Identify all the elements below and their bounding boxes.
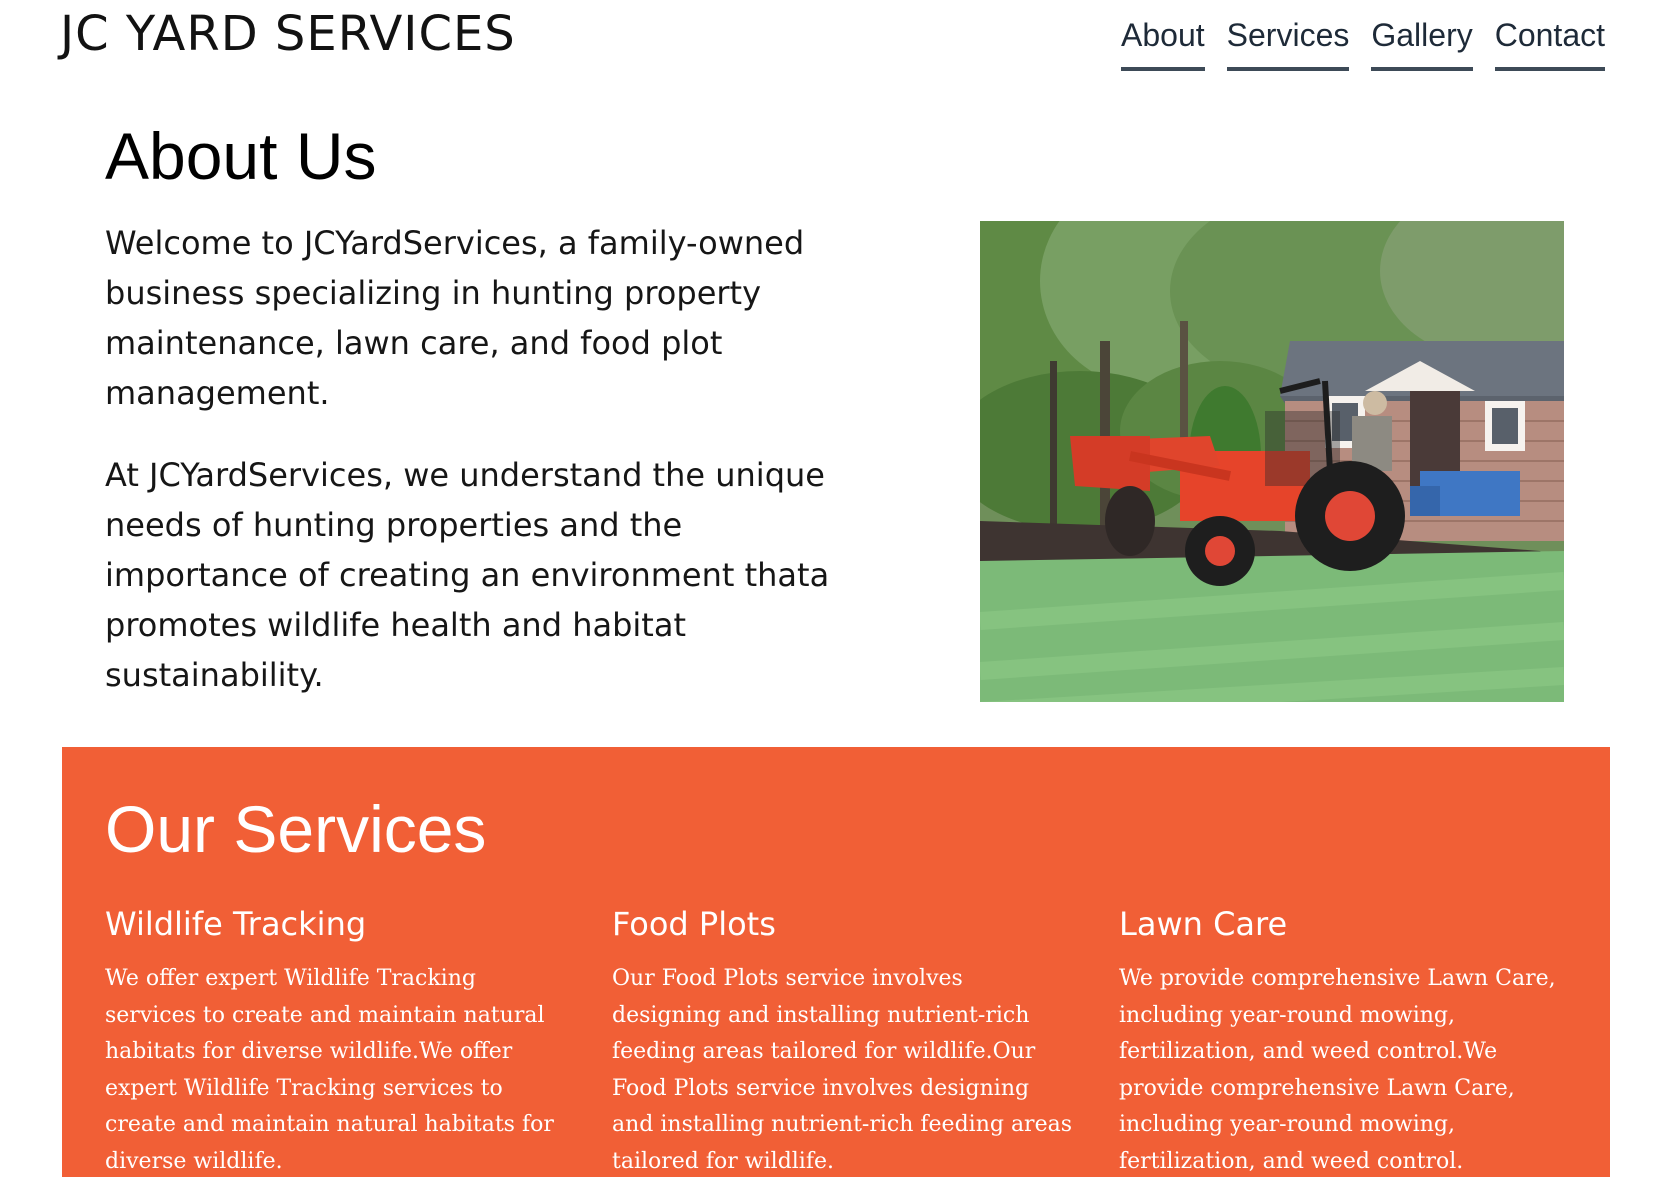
about-paragraph-2: At JCYardServices, we understand the uni…	[105, 456, 830, 694]
service-description: We offer expert Wildlife Tracking servic…	[105, 966, 554, 1174]
service-card-wildlife-tracking: Wildlife Tracking We offer expert Wildli…	[105, 905, 565, 1180]
services-heading: Our Services	[105, 792, 487, 866]
about-photo-tractor	[980, 221, 1564, 702]
service-card-food-plots: Food Plots Our Food Plots service involv…	[612, 905, 1072, 1180]
service-description: We provide comprehensive Lawn Care, incl…	[1119, 966, 1556, 1174]
service-title: Wildlife Tracking	[105, 905, 367, 943]
nav-link-contact[interactable]: Contact	[1494, 17, 1605, 72]
nav-link-services[interactable]: Services	[1226, 17, 1350, 72]
service-description: Our Food Plots service involves designin…	[612, 966, 1073, 1174]
services-section: Our Services Wildlife Tracking We offer …	[62, 747, 1610, 1177]
service-card-lawn-care: Lawn Care We provide comprehensive Lawn …	[1119, 905, 1579, 1180]
about-paragraph-1: Welcome to JCYardServices, a family-owne…	[105, 224, 805, 412]
service-title: Food Plots	[612, 905, 776, 943]
about-heading: About Us	[105, 119, 377, 193]
service-title: Lawn Care	[1119, 905, 1288, 943]
site-header: JC YARD SERVICES About Services Gallery …	[0, 0, 1673, 110]
nav-link-about[interactable]: About	[1121, 17, 1205, 72]
nav-link-gallery[interactable]: Gallery	[1371, 17, 1473, 72]
site-logo-text[interactable]: JC YARD SERVICES	[60, 10, 516, 58]
about-text: Welcome to JCYardServices, a family-owne…	[105, 218, 845, 732]
main-nav: About Services Gallery Contact	[1121, 17, 1605, 72]
